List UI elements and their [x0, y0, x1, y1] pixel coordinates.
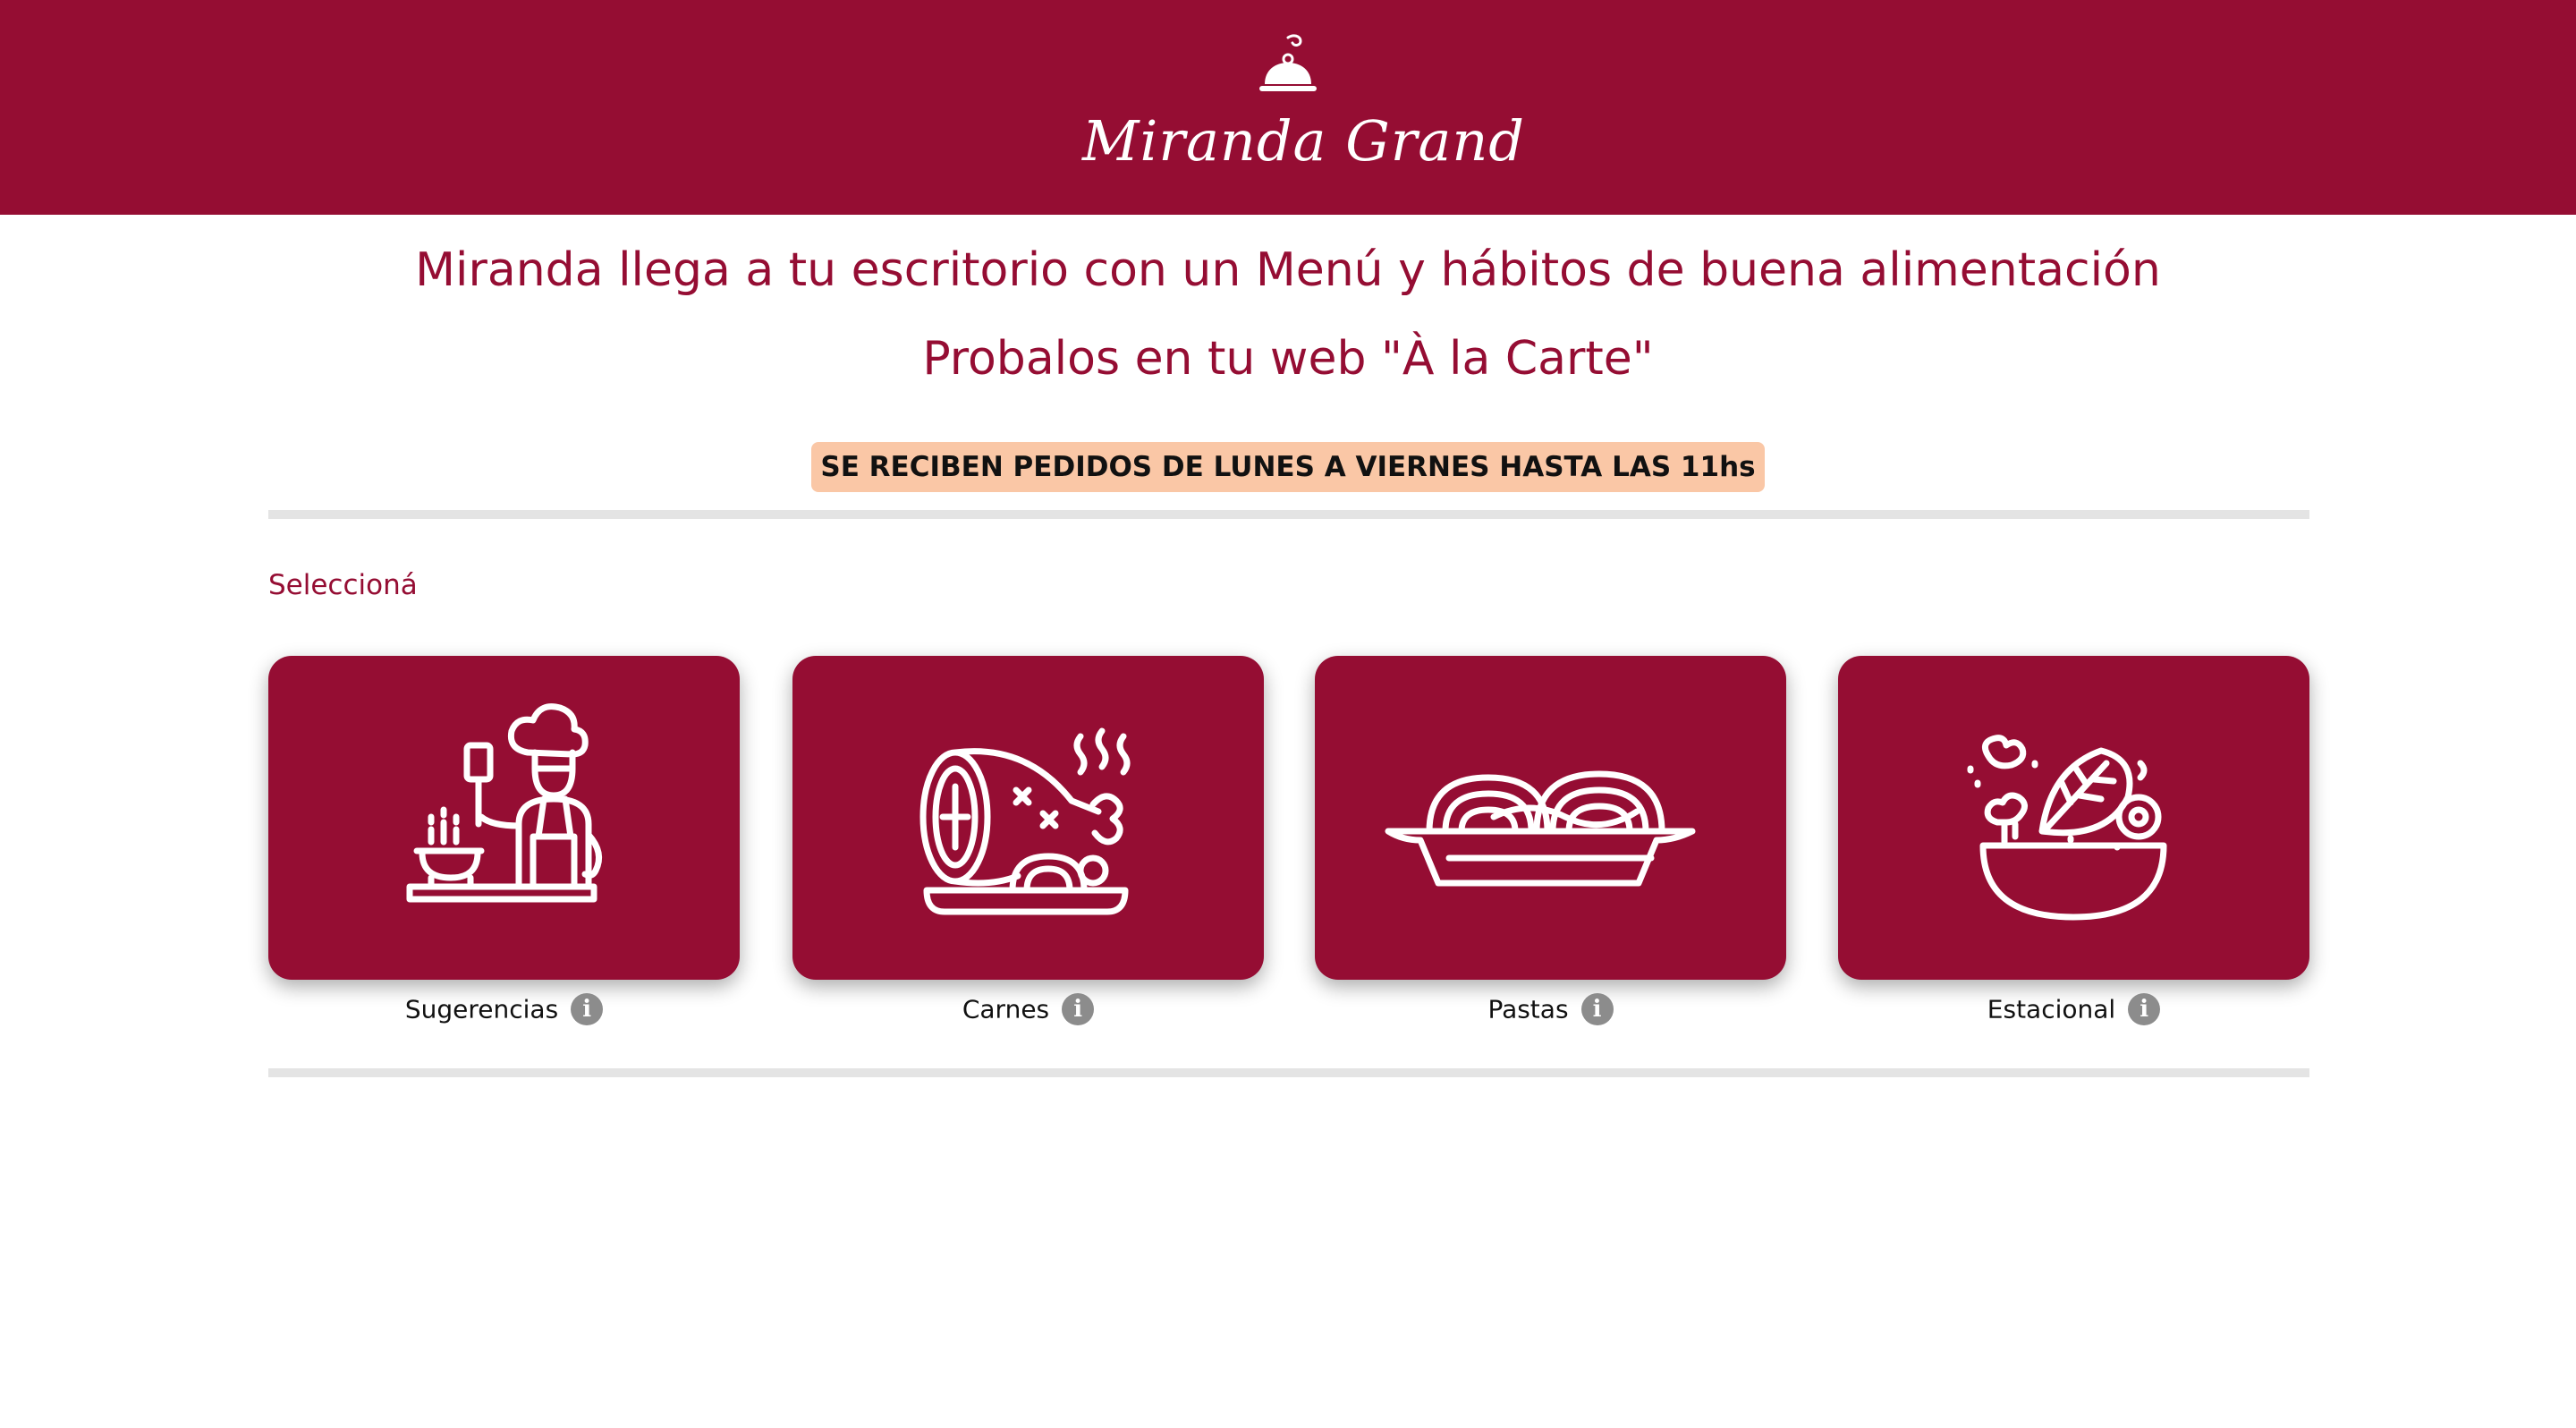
order-hours-notice: SE RECIBEN PEDIDOS DE LUNES A VIERNES HA… [811, 442, 1765, 492]
cloche-icon [1259, 34, 1317, 91]
category-caption-sugerencias: Sugerencias i [268, 993, 740, 1025]
spaghetti-plate-icon [1385, 770, 1696, 887]
category-card-estacional[interactable] [1838, 656, 2309, 980]
brand-logo[interactable]: Miranda Grand [1082, 32, 1525, 184]
category-caption-estacional: Estacional i [1838, 993, 2309, 1025]
category-label: Sugerencias [404, 994, 559, 1024]
section-label: Seleccioná [268, 569, 418, 601]
info-icon[interactable]: i [571, 993, 604, 1025]
category-label: Pastas [1487, 994, 1569, 1024]
salad-bowl-icon [1967, 735, 2167, 921]
headline-primary: Miranda llega a tu escritorio con un Men… [415, 243, 2161, 297]
chef-icon [406, 703, 603, 903]
category-caption-carnes: Carnes i [792, 993, 1264, 1025]
category-label: Estacional [1987, 994, 2116, 1024]
category-card-carnes[interactable] [792, 656, 1264, 980]
category-card-sugerencias[interactable] [268, 656, 740, 980]
brand-name: Miranda Grand [1082, 108, 1525, 174]
order-notice-row: SE RECIBEN PEDIDOS DE LUNES A VIERNES HA… [0, 442, 2576, 492]
category-card-pastas[interactable] [1315, 656, 1786, 980]
category-caption-pastas: Pastas i [1315, 993, 1786, 1025]
divider [268, 510, 2309, 519]
site-header: Miranda Grand [0, 0, 2576, 215]
category-label: Carnes [962, 994, 1050, 1024]
headline-secondary: Probalos en tu web "À la Carte" [922, 332, 1654, 386]
divider [268, 1068, 2309, 1077]
info-icon[interactable]: i [1580, 993, 1614, 1025]
ham-leg-icon [919, 727, 1131, 915]
info-icon[interactable]: i [2128, 993, 2161, 1025]
info-icon[interactable]: i [1062, 993, 1095, 1025]
